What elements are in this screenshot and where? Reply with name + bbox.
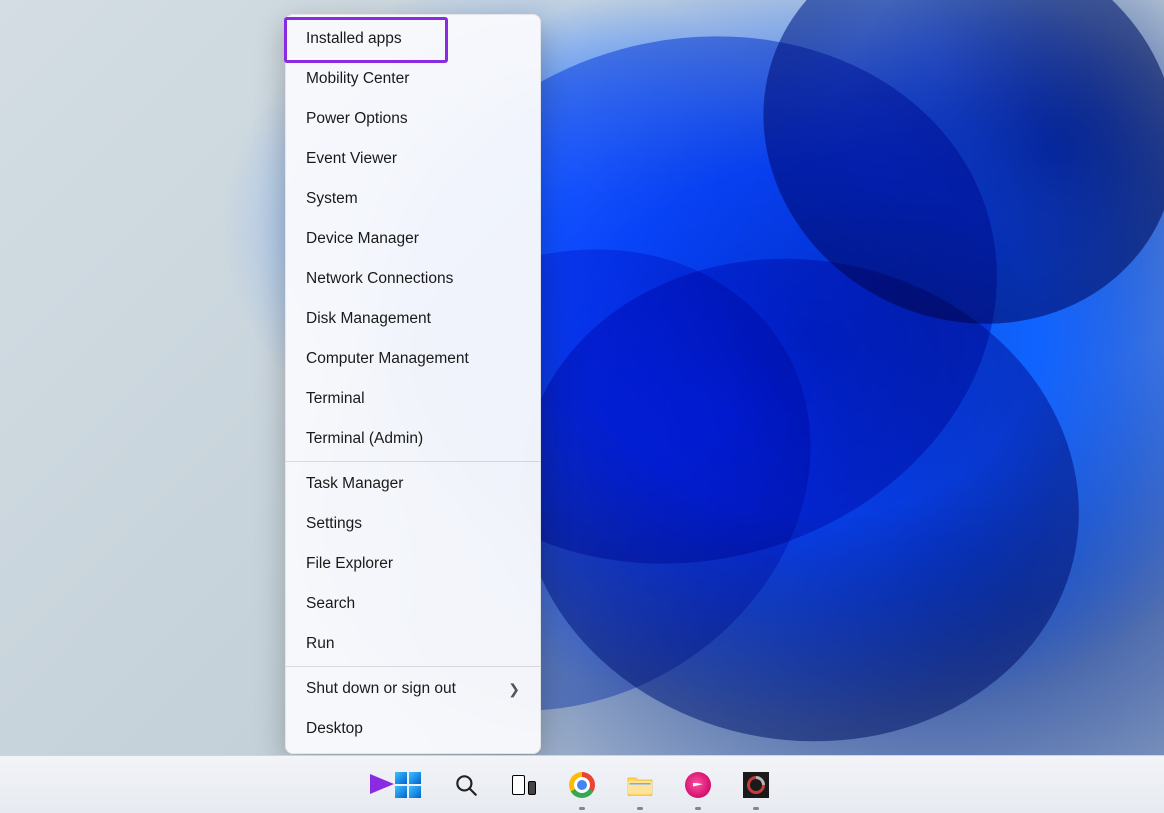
taskbar-explorer-button[interactable] [619, 764, 661, 806]
menu-item-settings[interactable]: Settings [286, 504, 540, 544]
desktop-wallpaper [0, 0, 1164, 756]
menu-item-event-viewer[interactable]: Event Viewer [286, 139, 540, 179]
taskbar-chrome-button[interactable] [561, 764, 603, 806]
menu-item-device-manager[interactable]: Device Manager [286, 219, 540, 259]
folder-icon [627, 774, 653, 796]
running-indicator [753, 807, 759, 810]
menu-separator [286, 461, 540, 462]
menu-item-label: Event Viewer [306, 139, 397, 179]
task-view-icon [512, 775, 536, 795]
taskbar-app-pink-button[interactable] [677, 764, 719, 806]
menu-item-label: Device Manager [306, 219, 419, 259]
menu-item-label: Network Connections [306, 259, 453, 299]
dark-app-icon [743, 772, 769, 798]
menu-item-disk-management[interactable]: Disk Management [286, 299, 540, 339]
taskbar-app-dark-button[interactable] [735, 764, 777, 806]
menu-item-task-manager[interactable]: Task Manager [286, 464, 540, 504]
menu-item-computer-management[interactable]: Computer Management [286, 339, 540, 379]
menu-item-power-options[interactable]: Power Options [286, 99, 540, 139]
running-indicator [637, 807, 643, 810]
pink-app-icon [685, 772, 711, 798]
menu-item-desktop[interactable]: Desktop [286, 709, 540, 749]
taskbar [0, 755, 1164, 813]
menu-item-label: Mobility Center [306, 59, 409, 99]
running-indicator [695, 807, 701, 810]
menu-item-label: Settings [306, 504, 362, 544]
taskbar-taskview-button[interactable] [503, 764, 545, 806]
chrome-icon [569, 772, 595, 798]
running-indicator [579, 807, 585, 810]
menu-item-label: Task Manager [306, 464, 403, 504]
menu-item-label: Terminal (Admin) [306, 419, 423, 459]
menu-item-label: File Explorer [306, 544, 393, 584]
menu-item-label: System [306, 179, 358, 219]
chevron-right-icon: ❯ [508, 669, 520, 709]
menu-item-label: Computer Management [306, 339, 469, 379]
menu-item-label: Search [306, 584, 355, 624]
menu-item-label: Run [306, 624, 334, 664]
menu-separator [286, 666, 540, 667]
menu-item-label: Installed apps [306, 19, 402, 59]
menu-item-network-connections[interactable]: Network Connections [286, 259, 540, 299]
menu-item-terminal-admin[interactable]: Terminal (Admin) [286, 419, 540, 459]
menu-item-label: Power Options [306, 99, 408, 139]
menu-item-label: Desktop [306, 709, 363, 749]
winx-menu: Installed apps Mobility Center Power Opt… [285, 14, 541, 754]
menu-item-shutdown[interactable]: Shut down or sign out ❯ [286, 669, 540, 709]
menu-item-system[interactable]: System [286, 179, 540, 219]
menu-item-label: Terminal [306, 379, 365, 419]
menu-item-terminal[interactable]: Terminal [286, 379, 540, 419]
menu-item-label: Disk Management [306, 299, 431, 339]
menu-item-search[interactable]: Search [286, 584, 540, 624]
taskbar-start-button[interactable] [387, 764, 429, 806]
windows-start-icon [395, 772, 421, 798]
menu-item-installed-apps[interactable]: Installed apps [286, 19, 540, 59]
menu-item-label: Shut down or sign out [306, 669, 456, 709]
menu-item-file-explorer[interactable]: File Explorer [286, 544, 540, 584]
search-icon [453, 772, 479, 798]
menu-item-run[interactable]: Run [286, 624, 540, 664]
menu-item-mobility-center[interactable]: Mobility Center [286, 59, 540, 99]
taskbar-search-button[interactable] [445, 764, 487, 806]
